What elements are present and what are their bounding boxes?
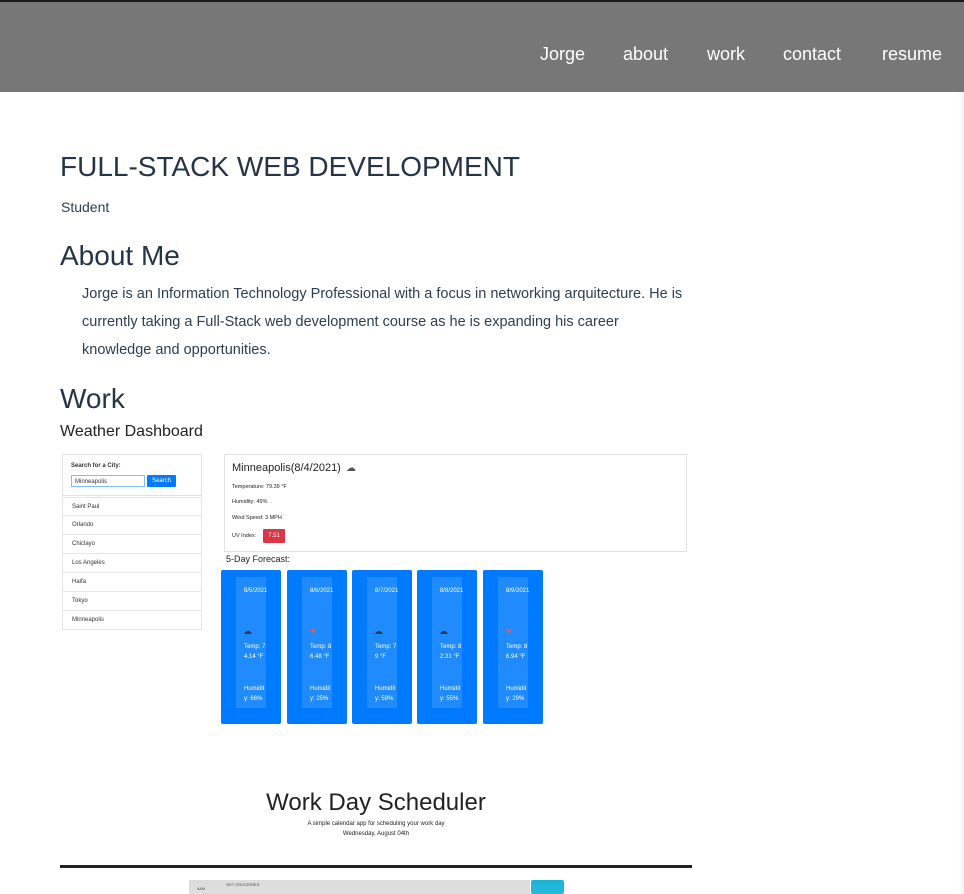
forecast-date: 8/6/2021 xyxy=(310,588,334,594)
forecast-card: 8/6/2021 ☀ Temp: 86.48 °F Humidity: 25% xyxy=(287,570,347,724)
forecast-temp: Temp: 82.31 °F xyxy=(440,644,462,660)
forecast-humidity: Humidity: 29% xyxy=(506,686,527,702)
list-item: Haifa xyxy=(62,573,202,592)
forecast-card: 8/5/2021 ☁ Temp: 74.14 °F Humidity: 66% xyxy=(221,570,281,724)
forecast-temp: Temp: 86.48 °F xyxy=(310,644,332,660)
forecast-temp: Temp: 79 °F xyxy=(375,644,397,660)
about-text: Jorge is an Information Technology Profe… xyxy=(82,286,683,358)
nav-link-contact[interactable]: contact xyxy=(783,44,841,65)
nav-link-about[interactable]: about xyxy=(623,44,668,65)
navbar: Jorge about work contact resume xyxy=(0,0,964,92)
weather-search-label: Search for a City: xyxy=(71,463,121,469)
weather-search-input: Minneapolis xyxy=(71,475,145,487)
weather-temperature: Temperature: 79.39 °F xyxy=(232,484,287,490)
nav-link-resume[interactable]: resume xyxy=(882,44,942,65)
weather-uv-badge: 7.51 xyxy=(263,529,285,543)
nav-link-work[interactable]: work xyxy=(707,44,745,65)
weather-current-panel: Minneapolis(8/4/2021) ☁ Temperature: 79.… xyxy=(224,454,687,552)
weather-search-panel: Search for a City: Minneapolis Search xyxy=(62,454,202,496)
forecast-date: 8/8/2021 xyxy=(440,588,464,594)
forecast-temp: Temp: 74.14 °F xyxy=(244,644,266,660)
forecast-date: 8/9/2021 xyxy=(506,588,530,594)
project-title-weather: Weather Dashboard xyxy=(60,423,203,440)
list-item: Saint Paul xyxy=(62,497,202,516)
work-heading: Work xyxy=(60,383,125,414)
list-item: Minneapolis xyxy=(62,611,202,630)
scheduler-date: Wednesday, August 04th xyxy=(342,831,410,837)
about-heading: About Me xyxy=(60,240,180,271)
weather-humidity: Humidity: 49% xyxy=(232,499,268,505)
weather-uv-label: UV Index: xyxy=(232,533,257,539)
forecast-card: 8/9/2021 ☀ Temp: 86.94 °F Humidity: 29% xyxy=(483,570,543,724)
list-item: Tokyo xyxy=(62,592,202,611)
page-subtitle: Student xyxy=(61,199,110,215)
weather-screenshot-sidebar[interactable]: Search for a City: Minneapolis Search Sa… xyxy=(62,454,202,632)
weather-icon: ☁ xyxy=(243,626,252,636)
forecast-humidity: Humidity: 59% xyxy=(375,686,396,702)
weather-current-city: Minneapolis(8/4/2021) xyxy=(232,462,341,474)
weather-icon: ☁ xyxy=(374,626,383,636)
scheduler-subtitle: A simple calendar app for scheduling you… xyxy=(307,821,445,827)
forecast-date: 8/7/2021 xyxy=(375,588,399,594)
weather-icon: ☁ xyxy=(439,626,448,636)
weather-icon: ☀ xyxy=(309,626,318,636)
forecast-humidity: Humidity: 66% xyxy=(244,686,265,702)
list-item: Los Angeles xyxy=(62,554,202,573)
forecast-humidity: Humidity: 25% xyxy=(310,686,331,702)
page-title: FULL-STACK WEB DEVELOPMENT xyxy=(60,151,521,182)
weather-icon: ☀ xyxy=(505,626,514,636)
weather-forecast-title: 5-Day Forecast: xyxy=(226,554,291,564)
weather-city-list: Saint Paul Orlando Chiclayo Los Angeles … xyxy=(62,497,202,630)
list-item: Chiclayo xyxy=(62,535,202,554)
list-item: Orlando xyxy=(62,516,202,535)
nav-brand-link[interactable]: Jorge xyxy=(540,44,585,65)
cloud-icon: ☁ xyxy=(346,463,356,474)
forecast-date: 8/5/2021 xyxy=(244,588,268,594)
forecast-card: 8/8/2021 ☁ Temp: 82.31 °F Humidity: 55% xyxy=(417,570,477,724)
weather-search-button: Search xyxy=(147,475,176,487)
weather-wind: Wind Speed: 3 MPH xyxy=(232,515,282,521)
forecast-humidity: Humidity: 55% xyxy=(440,686,461,702)
project-title-scheduler: Work Day Scheduler xyxy=(266,789,486,816)
forecast-card: 8/7/2021 ☁ Temp: 79 °F Humidity: 59% xyxy=(352,570,412,724)
forecast-temp: Temp: 86.94 °F xyxy=(506,644,528,660)
